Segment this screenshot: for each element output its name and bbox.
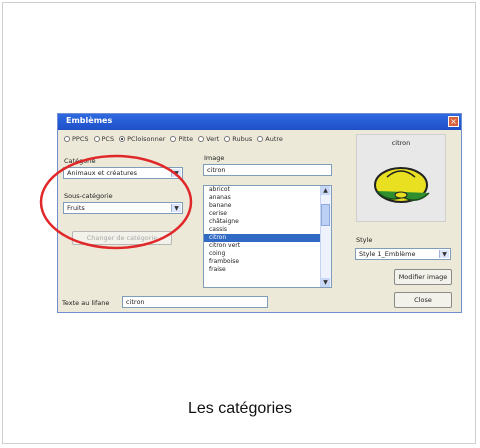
subcategory-label: Sous-catégorie (64, 192, 113, 200)
change-category-button[interactable]: Changer de catégorie (72, 231, 172, 245)
emblem-dialog: Emblèmes × PPCS PCS PCloisonner Pitte Ve… (57, 113, 462, 313)
scroll-down-icon[interactable]: ▼ (321, 278, 330, 287)
chevron-down-icon[interactable]: ▼ (171, 204, 181, 212)
caption: Les catégories (187, 400, 293, 417)
radio-option[interactable]: Pitte (170, 135, 193, 143)
image-list[interactable]: abricot ananas banane cerise châtaigne c… (203, 185, 332, 288)
list-item[interactable]: citron vert (204, 242, 331, 250)
list-item[interactable]: châtaigne (204, 218, 331, 226)
dialog-title: Emblèmes (66, 116, 113, 125)
subcategory-select[interactable]: Fruits ▼ (63, 202, 183, 214)
image-preview: citron (356, 134, 446, 222)
radio-option-selected[interactable]: PCloisonner (119, 135, 165, 143)
chevron-down-icon[interactable]: ▼ (171, 169, 181, 177)
radio-option[interactable]: PPCS (64, 135, 89, 143)
close-icon[interactable]: × (448, 116, 459, 127)
text-field[interactable]: citron (122, 296, 268, 308)
list-item[interactable]: banane (204, 202, 331, 210)
list-item[interactable]: cerise (204, 210, 331, 218)
list-scrollbar[interactable]: ▲ ▼ (320, 186, 331, 287)
list-item[interactable]: abricot (204, 186, 331, 194)
image-name-field[interactable]: citron (203, 164, 332, 176)
radio-option[interactable]: Autre (257, 135, 283, 143)
list-item[interactable]: cassis (204, 226, 331, 234)
lemon-icon (374, 167, 430, 203)
category-value: Animaux et créatures (67, 169, 138, 177)
image-label: Image (204, 154, 225, 162)
radio-group: PPCS PCS PCloisonner Pitte Vert Rubus Au… (64, 135, 283, 143)
style-select[interactable]: Style 1_Emblème ▼ (355, 248, 451, 260)
list-item[interactable]: ananas (204, 194, 331, 202)
style-value: Style 1_Emblème (359, 250, 416, 258)
radio-option[interactable]: PCS (93, 135, 114, 143)
list-item[interactable]: framboise (204, 258, 331, 266)
radio-option[interactable]: Vert (198, 135, 219, 143)
text-label: Texte au lifane (62, 299, 110, 307)
list-item[interactable]: coing (204, 250, 331, 258)
list-item-selected[interactable]: citron (204, 234, 331, 242)
radio-option[interactable]: Rubus (224, 135, 252, 143)
style-label: Style (356, 236, 373, 244)
category-select[interactable]: Animaux et créatures ▼ (63, 167, 183, 179)
category-label: Catégorie (64, 157, 96, 165)
scroll-thumb[interactable] (321, 204, 330, 226)
scroll-up-icon[interactable]: ▲ (321, 186, 330, 195)
dialog-titlebar: Emblèmes × (58, 114, 461, 130)
list-item[interactable]: fraise (204, 266, 331, 274)
chevron-down-icon[interactable]: ▼ (439, 250, 449, 258)
subcategory-value: Fruits (67, 204, 85, 212)
modify-image-button[interactable]: Modifier image (394, 269, 452, 285)
close-button[interactable]: Close (394, 292, 452, 308)
